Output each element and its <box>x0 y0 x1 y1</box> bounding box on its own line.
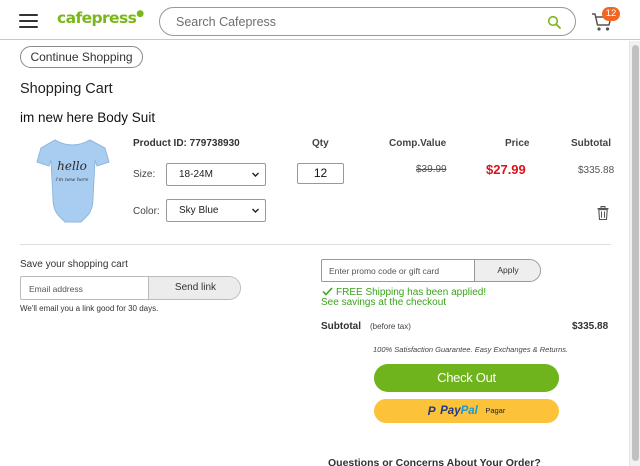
page-scrollbar[interactable] <box>629 41 640 466</box>
section-divider <box>20 244 611 245</box>
savings-link[interactable]: See savings at the checkout <box>321 297 446 308</box>
questions-heading: Questions or Concerns About Your Order? <box>328 457 541 466</box>
image-text-sub: i'm new here <box>56 177 89 183</box>
product-image[interactable]: hello i'm new here <box>35 136 110 224</box>
continue-shopping-button[interactable]: Continue Shopping <box>20 46 143 68</box>
cafepress-logo[interactable]: cafepress● <box>57 9 144 27</box>
check-icon <box>322 287 333 296</box>
paypal-icon: P <box>427 404 436 418</box>
cart-count-badge[interactable]: 12 <box>602 7 620 21</box>
logo-mark: ● <box>136 9 144 19</box>
search-input[interactable] <box>176 14 536 30</box>
paypal-word-pal: Pal <box>460 405 478 417</box>
qty-header: Qty <box>312 138 329 149</box>
chevron-down-icon <box>252 172 259 177</box>
send-link-button[interactable]: Send link <box>148 277 240 299</box>
color-select[interactable]: Sky Blue <box>166 199 266 222</box>
save-cart-title: Save your shopping cart <box>20 259 128 270</box>
size-value: 18-24M <box>179 169 213 180</box>
site-header: cafepress● 12 <box>0 0 640 40</box>
color-value: Sky Blue <box>179 205 219 216</box>
search-bar[interactable] <box>159 7 576 36</box>
image-text-main: hello <box>57 159 87 173</box>
promo-code-input[interactable] <box>329 264 469 278</box>
scrollbar-thumb[interactable] <box>632 45 639 461</box>
hamburger-icon[interactable] <box>19 14 38 28</box>
product-name[interactable]: im new here Body Suit <box>20 110 155 125</box>
promo-form: Apply <box>321 259 541 282</box>
size-label: Size: <box>133 169 156 180</box>
size-select[interactable]: 18-24M <box>166 163 266 186</box>
save-cart-note: We'll email you a link good for 30 days. <box>20 304 159 313</box>
paypal-word-pay: Pay <box>440 405 461 417</box>
comp-value: $39.99 <box>416 164 447 175</box>
product-id: Product ID: 779738930 <box>133 138 240 149</box>
paypal-button[interactable]: P PayPal Pagar <box>374 399 559 423</box>
before-tax-note: (before tax) <box>370 322 411 331</box>
save-cart-form: Send link <box>20 276 241 300</box>
product-id-label: Product ID: <box>133 138 187 149</box>
page-title: Shopping Cart <box>20 81 113 97</box>
chevron-down-icon <box>252 208 259 213</box>
paypal-pagar-label: Pagar <box>485 406 506 415</box>
comp-value-header: Comp.Value <box>389 138 447 149</box>
price-header: Price <box>505 138 530 149</box>
order-subtotal-label: Subtotal <box>321 321 361 332</box>
quantity-input[interactable]: 12 <box>297 163 344 184</box>
apply-button[interactable]: Apply <box>474 260 540 281</box>
line-subtotal: $335.88 <box>578 165 615 176</box>
guarantee-text: 100% Satisfaction Guarantee. Easy Exchan… <box>373 345 569 354</box>
subtotal-header: Subtotal <box>571 138 611 149</box>
logo-text: cafepress <box>57 9 137 27</box>
trash-icon[interactable] <box>597 206 609 220</box>
search-icon[interactable] <box>547 15 561 29</box>
product-id-value: 779738930 <box>189 138 240 149</box>
checkout-button[interactable]: Check Out <box>374 364 559 392</box>
color-label: Color: <box>133 206 160 217</box>
unit-price: $27.99 <box>486 162 526 177</box>
email-field[interactable] <box>29 281 147 296</box>
order-subtotal-value: $335.88 <box>572 321 609 332</box>
